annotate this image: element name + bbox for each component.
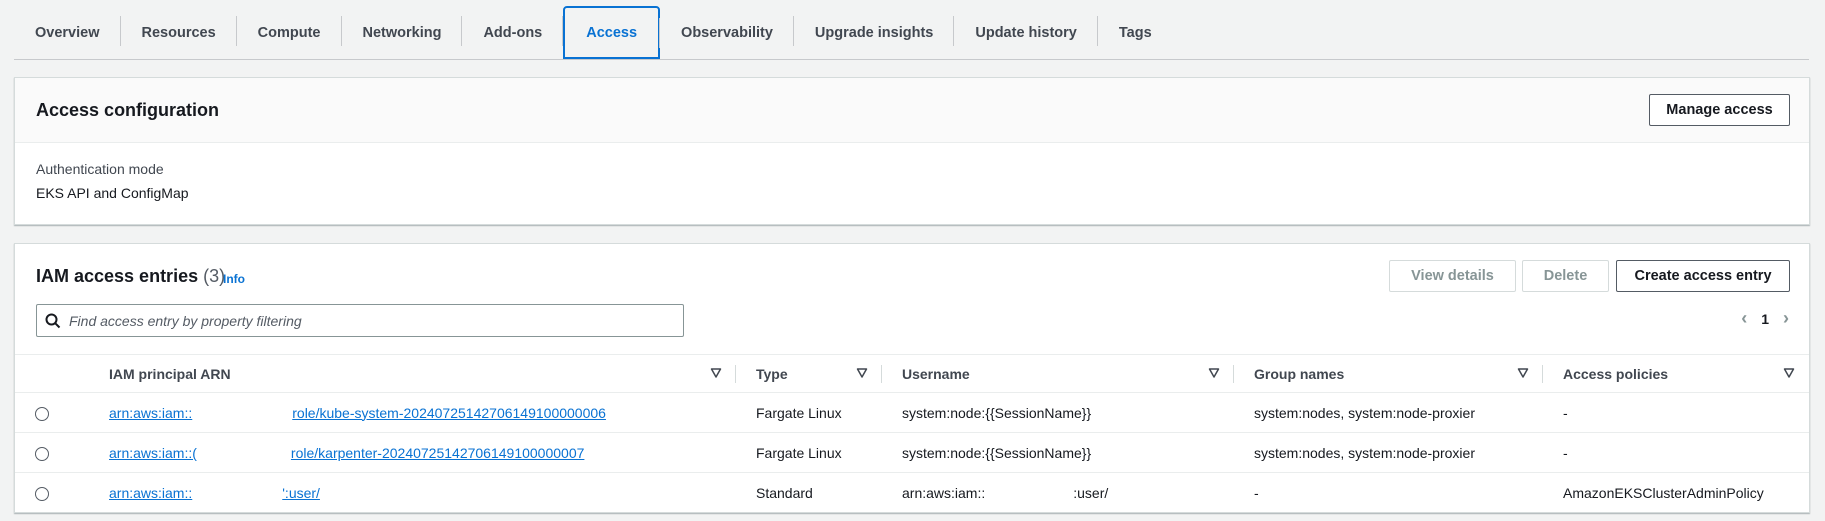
- username-cell: system:node:{{SessionName}}: [882, 393, 1234, 433]
- auth-mode-value: EKS API and ConfigMap: [36, 185, 189, 201]
- title-text: IAM access entries: [36, 266, 199, 286]
- arn-cell: arn:aws:iam:: ':user/: [89, 473, 736, 513]
- arn-cell: arn:aws:iam:: role/kube-system-2024072514…: [89, 393, 736, 433]
- access-entries-table: IAM principal ARN Type Username Group na…: [15, 354, 1809, 513]
- info-link[interactable]: Info: [223, 272, 245, 286]
- tab-access[interactable]: Access: [563, 6, 661, 60]
- tab-tags[interactable]: Tags: [1098, 6, 1173, 60]
- tab-label: Tags: [1118, 25, 1152, 41]
- tab-label: Add-ons: [483, 25, 543, 41]
- iam-access-entries-panel: IAM access entries (3) Info View details…: [14, 243, 1810, 513]
- table-row[interactable]: arn:aws:iam::( role/karpenter-20240725142…: [15, 433, 1809, 473]
- username-cell: system:node:{{SessionName}}: [882, 433, 1234, 473]
- group-names-cell: -: [1254, 484, 1259, 501]
- column-header-username[interactable]: Username: [882, 355, 1234, 393]
- tab-label: Upgrade insights: [814, 25, 934, 41]
- username-suffix: :user/: [1073, 484, 1109, 501]
- column-header-group-names[interactable]: Group names: [1234, 355, 1543, 393]
- group-names-cell: system:nodes, system:node-proxier: [1254, 404, 1475, 421]
- username-prefix: arn:aws:iam::: [902, 484, 986, 501]
- tab-update-history[interactable]: Update history: [954, 6, 1098, 60]
- caret-down-icon[interactable]: [1208, 367, 1220, 379]
- tab-label: Access: [586, 24, 638, 41]
- access-policies-cell: -: [1563, 444, 1568, 461]
- panel-header: Access configuration Manage access: [15, 78, 1809, 143]
- column-header-access-policies[interactable]: Access policies: [1543, 355, 1809, 393]
- column-header-type[interactable]: Type: [736, 355, 882, 393]
- tab-label: Compute: [257, 25, 321, 41]
- caret-down-icon[interactable]: [710, 367, 722, 379]
- arn-prefix: arn:aws:iam::(: [109, 444, 197, 461]
- arn-suffix: role/karpenter-2024072514270614910000000…: [290, 444, 585, 461]
- table-row[interactable]: arn:aws:iam:: ':user/ Standard arn:aws:ia…: [15, 473, 1809, 513]
- row-radio-button[interactable]: [35, 446, 49, 461]
- arn-link[interactable]: arn:aws:iam:: ':user/: [109, 485, 320, 501]
- tabs-divider: [14, 59, 1809, 60]
- create-access-entry-button[interactable]: Create access entry: [1616, 260, 1790, 292]
- tab-label: Update history: [975, 25, 1077, 41]
- column-header-arn[interactable]: IAM principal ARN: [89, 355, 736, 393]
- tab-bar: Overview Resources Compute Networking Ad…: [14, 6, 1173, 60]
- group-names-cell: system:nodes, system:node-proxier: [1254, 444, 1475, 461]
- row-radio-button[interactable]: [35, 406, 49, 421]
- tab-label: Networking: [362, 25, 442, 41]
- type-cell: Fargate Linux: [756, 404, 842, 421]
- column-label: Group names: [1254, 365, 1345, 382]
- username-cell: arn:aws:iam:::user/: [882, 473, 1234, 513]
- tab-upgrade-insights[interactable]: Upgrade insights: [794, 6, 955, 60]
- caret-down-icon[interactable]: [856, 367, 868, 379]
- auth-mode-label: Authentication mode: [36, 161, 164, 177]
- table-header-row: IAM principal ARN Type Username Group na…: [15, 354, 1809, 393]
- tab-label: Resources: [141, 25, 216, 41]
- arn-suffix: role/kube-system-20240725142706149100000…: [292, 404, 606, 421]
- access-policies-cell: -: [1563, 404, 1568, 421]
- row-select-cell: [15, 473, 89, 513]
- arn-suffix: ':user/: [282, 484, 320, 501]
- row-select-cell: [15, 393, 89, 433]
- search-box: [36, 304, 684, 337]
- tab-networking[interactable]: Networking: [342, 6, 463, 60]
- username-prefix: system:node:{{SessionName}}: [902, 404, 1092, 421]
- access-policies-cell: AmazonEKSClusterAdminPolicy: [1563, 484, 1764, 501]
- arn-link[interactable]: arn:aws:iam::( role/karpenter-20240725142…: [109, 445, 584, 461]
- column-label: Username: [902, 365, 970, 382]
- tab-add-ons[interactable]: Add-ons: [462, 6, 564, 60]
- entries-count: (3): [203, 266, 226, 286]
- view-details-button[interactable]: View details: [1389, 260, 1516, 292]
- tab-label: Observability: [681, 25, 773, 41]
- chevron-left-icon[interactable]: ‹: [1741, 308, 1747, 329]
- column-label: IAM principal ARN: [109, 365, 231, 382]
- tab-observability[interactable]: Observability: [660, 6, 794, 60]
- tab-label: Overview: [35, 25, 100, 41]
- search-icon: [45, 313, 61, 329]
- page-number[interactable]: 1: [1761, 311, 1769, 327]
- caret-down-icon[interactable]: [1517, 367, 1529, 379]
- chevron-right-icon[interactable]: ›: [1783, 308, 1789, 329]
- column-label: Type: [756, 365, 788, 382]
- column-label: Access policies: [1563, 365, 1669, 382]
- arn-cell: arn:aws:iam::( role/karpenter-20240725142…: [89, 433, 736, 473]
- type-cell: Fargate Linux: [756, 444, 842, 461]
- tab-resources[interactable]: Resources: [121, 6, 237, 60]
- tab-overview[interactable]: Overview: [14, 6, 121, 60]
- select-column-header: [15, 355, 89, 393]
- pagination: ‹ 1 ›: [1741, 308, 1789, 329]
- search-input[interactable]: [69, 305, 669, 336]
- tab-compute[interactable]: Compute: [237, 6, 342, 60]
- arn-link[interactable]: arn:aws:iam:: role/kube-system-2024072514…: [109, 405, 606, 421]
- iam-access-entries-title: IAM access entries (3): [36, 266, 225, 287]
- access-configuration-panel: Access configuration Manage access Authe…: [14, 77, 1810, 225]
- caret-down-icon[interactable]: [1783, 367, 1795, 379]
- arn-prefix: arn:aws:iam::: [109, 404, 193, 421]
- username-prefix: system:node:{{SessionName}}: [902, 444, 1092, 461]
- delete-button[interactable]: Delete: [1522, 260, 1609, 292]
- arn-prefix: arn:aws:iam::: [109, 484, 193, 501]
- row-select-cell: [15, 433, 89, 473]
- manage-access-button[interactable]: Manage access: [1649, 94, 1790, 126]
- type-cell: Standard: [756, 484, 813, 501]
- table-row[interactable]: arn:aws:iam:: role/kube-system-2024072514…: [15, 393, 1809, 433]
- access-configuration-title: Access configuration: [36, 100, 220, 120]
- row-radio-button[interactable]: [35, 486, 49, 501]
